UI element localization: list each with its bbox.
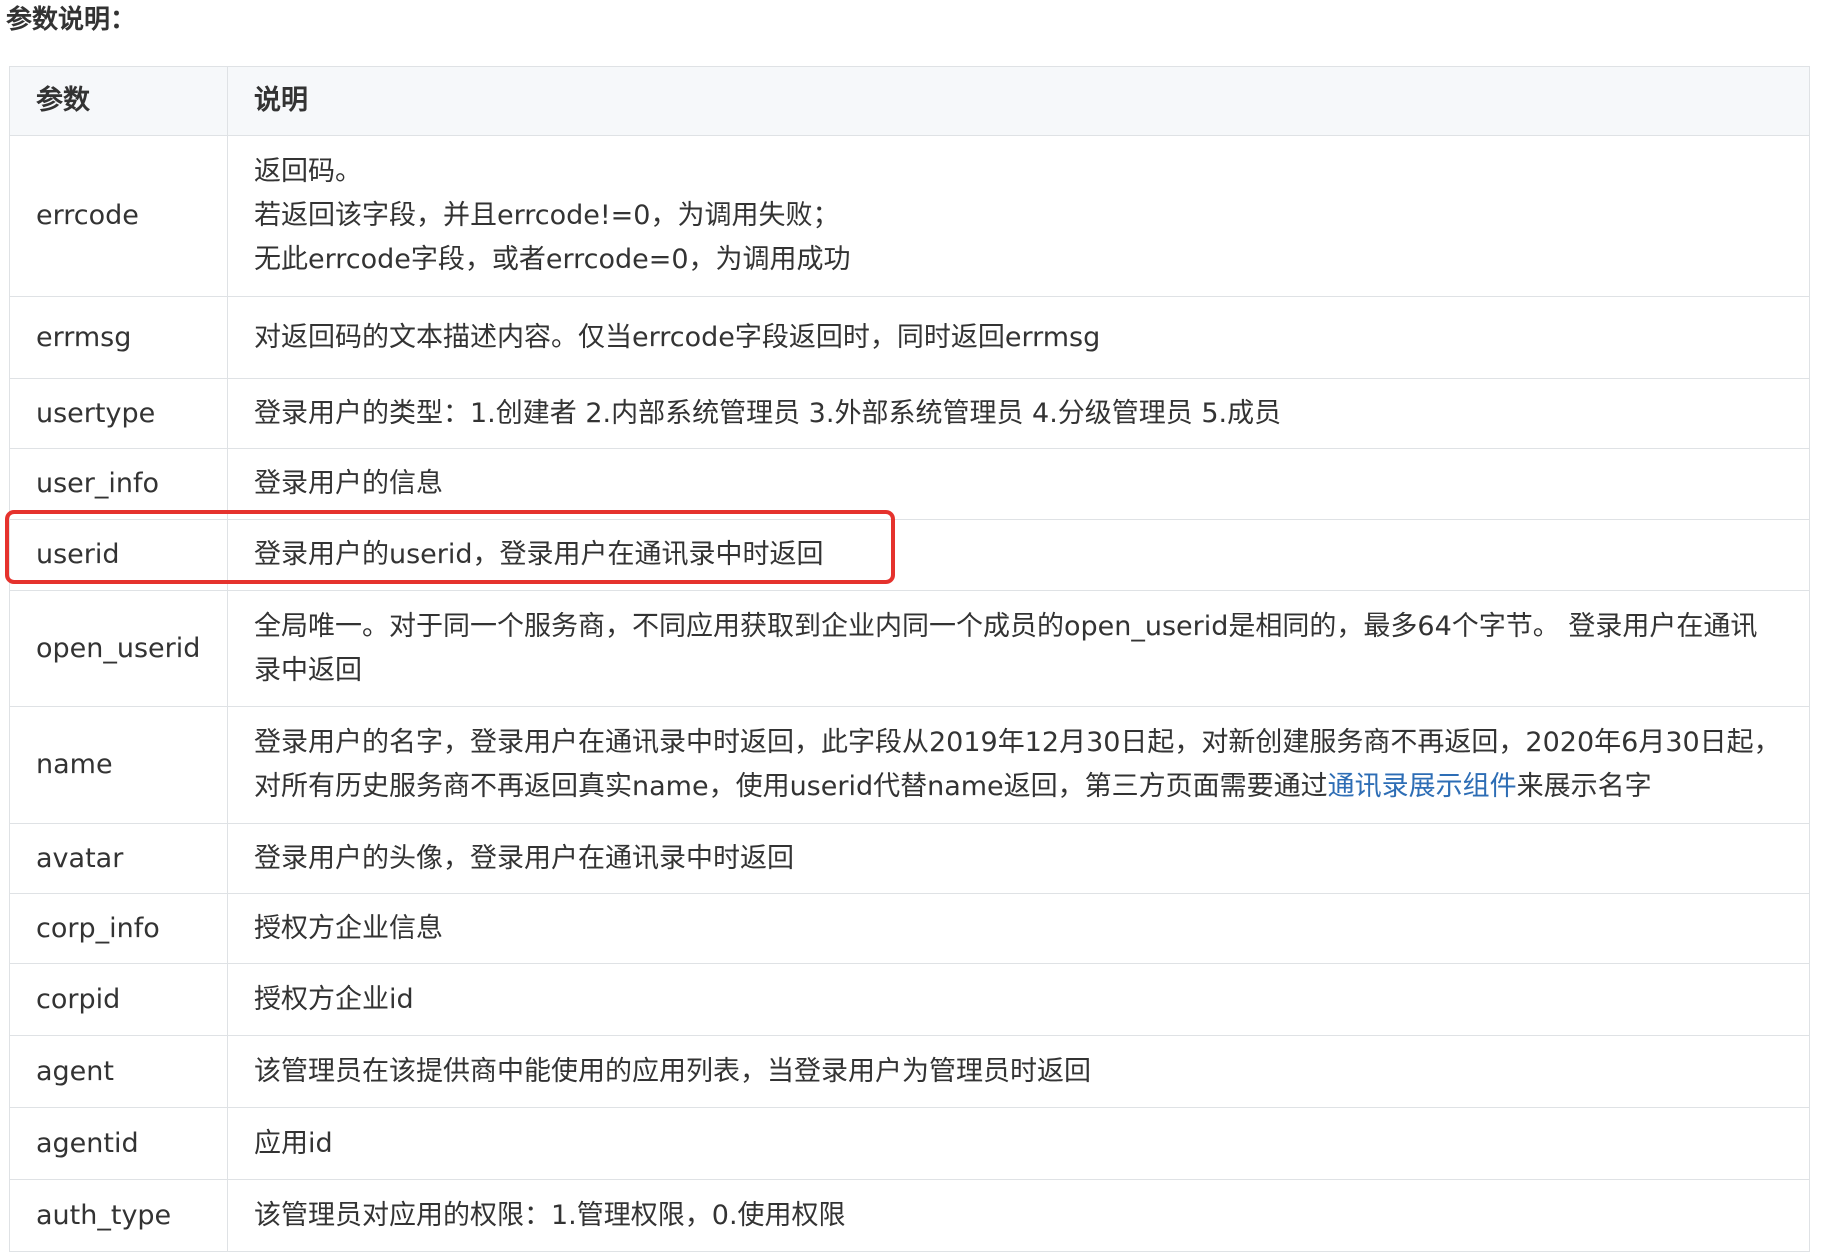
description-line: 返回码。 [254,156,362,187]
param-name: open_userid [9,590,228,707]
table-header-row: 参数 说明 [9,66,1810,136]
param-description: 授权方企业信息 [227,893,1810,964]
param-description: 授权方企业id [227,963,1810,1036]
param-description: 登录用户的头像，登录用户在通讯录中时返回 [227,823,1810,894]
description-line: 若返回该字段，并且errcode!=0，为调用失败； [254,200,840,231]
param-name: errcode [9,135,228,297]
param-description: 返回码。 若返回该字段，并且errcode!=0，为调用失败； 无此errcod… [227,135,1810,297]
table-row: errcode 返回码。 若返回该字段，并且errcode!=0，为调用失败； … [9,135,1810,297]
table-row-highlighted: userid 登录用户的userid，登录用户在通讯录中时返回 [9,519,1810,591]
params-table: 参数 说明 errcode 返回码。 若返回该字段，并且errcode!=0，为… [9,66,1810,1252]
param-name: usertype [9,378,228,449]
table-row: usertype 登录用户的类型：1.创建者 2.内部系统管理员 3.外部系统管… [9,378,1810,449]
param-description: 登录用户的类型：1.创建者 2.内部系统管理员 3.外部系统管理员 4.分级管理… [227,378,1810,449]
param-name: agentid [9,1107,228,1180]
param-name: userid [9,519,228,591]
table-row: corpid 授权方企业id [9,963,1810,1036]
param-name: user_info [9,448,228,520]
contacts-display-component-link[interactable]: 通讯录展示组件 [1328,771,1517,802]
param-description: 该管理员在该提供商中能使用的应用列表，当登录用户为管理员时返回 [227,1035,1810,1108]
table-row: user_info 登录用户的信息 [9,448,1810,520]
param-description: 应用id [227,1107,1810,1180]
table-row: corp_info 授权方企业信息 [9,893,1810,964]
table-row: avatar 登录用户的头像，登录用户在通讯录中时返回 [9,823,1810,894]
param-name: corpid [9,963,228,1036]
table-row: auth_type 该管理员对应用的权限：1.管理权限，0.使用权限 [9,1179,1810,1252]
param-name: corp_info [9,893,228,964]
table-row: name 登录用户的名字，登录用户在通讯录中时返回，此字段从2019年12月30… [9,706,1810,824]
table-row: agent 该管理员在该提供商中能使用的应用列表，当登录用户为管理员时返回 [9,1035,1810,1108]
description-line: 无此errcode字段，或者errcode=0，为调用成功 [254,244,851,275]
param-name: avatar [9,823,228,894]
param-description: 登录用户的名字，登录用户在通讯录中时返回，此字段从2019年12月30日起，对新… [227,706,1810,824]
param-name: auth_type [9,1179,228,1252]
param-description: 该管理员对应用的权限：1.管理权限，0.使用权限 [227,1179,1810,1252]
table-row: errmsg 对返回码的文本描述内容。仅当errcode字段返回时，同时返回er… [9,296,1810,379]
param-description: 登录用户的userid，登录用户在通讯录中时返回 [227,519,1810,591]
param-description: 全局唯一。对于同一个服务商，不同应用获取到企业内同一个成员的open_useri… [227,590,1810,707]
section-title: 参数说明： [6,5,137,35]
param-description: 登录用户的信息 [227,448,1810,520]
param-name: errmsg [9,296,228,379]
param-name: agent [9,1035,228,1108]
param-description: 对返回码的文本描述内容。仅当errcode字段返回时，同时返回errmsg [227,296,1810,379]
header-description: 说明 [227,66,1810,136]
table-row: agentid 应用id [9,1107,1810,1180]
param-name: name [9,706,228,824]
table-row: open_userid 全局唯一。对于同一个服务商，不同应用获取到企业内同一个成… [9,590,1810,707]
header-param: 参数 [9,66,228,136]
description-text: 来展示名字 [1516,771,1652,802]
